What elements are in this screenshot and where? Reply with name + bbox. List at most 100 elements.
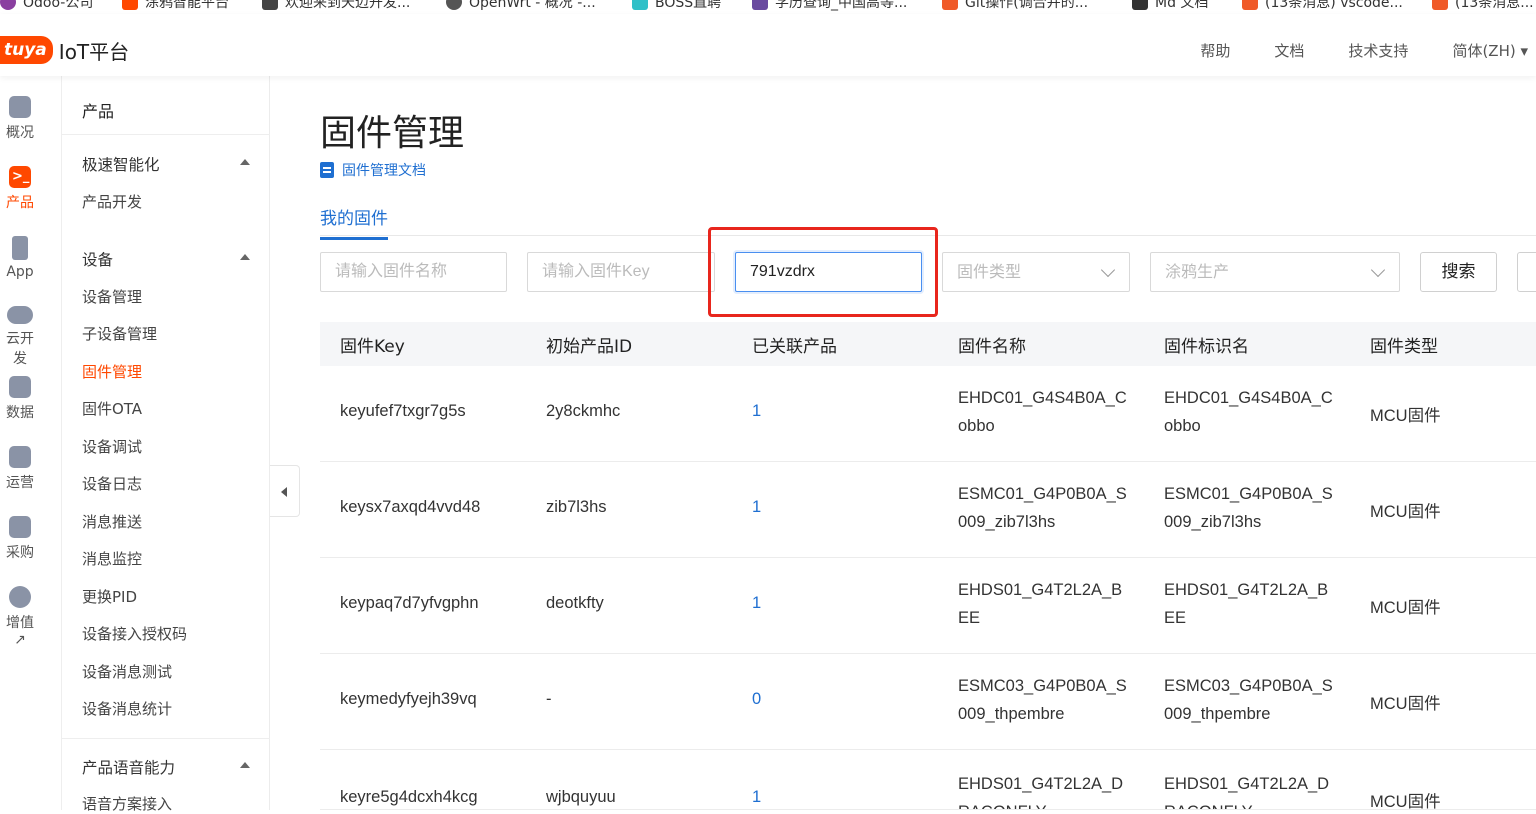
bookmark[interactable]: 涂鸦智能平台 <box>122 0 229 14</box>
menu-item-subdevice-mgmt[interactable]: 子设备管理 <box>82 323 157 344</box>
bookmark-favicon-icon <box>446 0 462 10</box>
platform-title: IoT平台 <box>58 39 130 64</box>
caret-up-icon <box>240 159 250 165</box>
nav-support[interactable]: 技术支持 <box>1348 40 1408 61</box>
bookmark[interactable]: Git操作(调合并的... <box>942 0 1088 14</box>
firmware-key-cell: keyre5g4dcxh4kcg <box>340 788 478 806</box>
firmware-key-cell: keypaq7d7yfvgphn <box>340 594 479 612</box>
search-button[interactable]: 搜索 <box>1420 252 1497 292</box>
bookmark[interactable]: Md 文档 <box>1132 0 1208 14</box>
menu-item-device-debug[interactable]: 设备调试 <box>82 436 142 457</box>
terminal-icon: >_ <box>9 166 31 188</box>
bookmark-favicon-icon <box>942 0 958 10</box>
bookmarks-bar: Odoo-公司 涂鸦智能平台 欢迎来到天迈开发... OpenWrt - 概况 … <box>0 0 1536 14</box>
firmware-type-select[interactable]: 固件类型 <box>942 252 1130 292</box>
firmware-type-cell: MCU固件 <box>1370 599 1441 617</box>
bookmark[interactable]: Odoo-公司 <box>0 0 93 14</box>
bookmark-favicon-icon <box>0 0 16 10</box>
diamond-icon <box>9 586 31 608</box>
menu-group-voice[interactable]: 产品语音能力 <box>82 756 250 778</box>
firmware-name-cell: ESMC03_G4P0B0A_S009_thpembre <box>958 677 1127 723</box>
bookmark-favicon-icon <box>752 0 768 10</box>
bookmark[interactable]: (13条消息... <box>1432 0 1534 14</box>
product-id-cell: deotkfty <box>546 594 604 612</box>
bookmark-favicon-icon <box>1432 0 1448 10</box>
table-row: keymedyfyejh39vq - 0 ESMC03_G4P0B0A_S009… <box>320 654 1536 750</box>
firmware-key-cell: keyufef7txgr7g5s <box>340 402 466 420</box>
firmware-key-cell: keysx7axqd4vvd48 <box>340 498 481 516</box>
document-icon <box>320 162 334 178</box>
bookmark-favicon-icon <box>262 0 278 10</box>
table-row: keyufef7txgr7g5s 2y8ckmhc 1 EHDC01_G4S4B… <box>320 366 1536 462</box>
collapse-sidebar-button[interactable] <box>270 465 300 517</box>
firmware-key-input[interactable]: 请输入固件Key <box>527 252 715 292</box>
linked-products-link[interactable]: 1 <box>752 402 761 421</box>
search-value-input[interactable]: 791vzdrx <box>735 252 922 292</box>
rail-item-product[interactable]: >_ 产品 <box>0 166 40 212</box>
nav-docs[interactable]: 文档 <box>1274 40 1304 61</box>
menu-group-device[interactable]: 设备 <box>82 248 250 270</box>
reset-button[interactable] <box>1517 252 1536 292</box>
chart-icon <box>9 376 31 398</box>
top-header: tuya IoT平台 帮助 文档 技术支持 简体(ZH) ▾ <box>0 14 1536 76</box>
menu-item-message-test[interactable]: 设备消息测试 <box>82 661 172 682</box>
menu-item-firmware-ota[interactable]: 固件OTA <box>82 398 142 419</box>
firmware-ident-cell: EHDS01_G4T2L2A_BEE <box>1164 581 1329 627</box>
bookmark-favicon-icon <box>1132 0 1148 10</box>
language-select[interactable]: 简体(ZH) ▾ <box>1452 40 1528 61</box>
bookmark[interactable]: 学历查询_中国高等... <box>752 0 907 14</box>
column-header: 固件Key <box>340 337 405 357</box>
tuya-logo: tuya <box>0 36 53 64</box>
rail-item-app[interactable]: App <box>0 236 40 280</box>
bookmark[interactable]: 欢迎来到天迈开发... <box>262 0 410 14</box>
product-id-cell: 2y8ckmhc <box>546 402 621 420</box>
column-header: 固件名称 <box>958 337 1026 357</box>
bag-icon <box>9 516 31 538</box>
menu-item-device-mgmt[interactable]: 设备管理 <box>82 286 142 307</box>
column-header: 固件类型 <box>1370 337 1438 357</box>
menu-item-message-push[interactable]: 消息推送 <box>82 511 142 532</box>
side-menu: 产品 极速智能化 产品开发 设备 设备管理 子设备管理 固件管理 固件OTA 设… <box>62 76 270 813</box>
menu-item-message-stats[interactable]: 设备消息统计 <box>82 698 172 719</box>
rail-item-operation[interactable]: 运营 <box>0 446 40 492</box>
chevron-down-icon <box>1370 262 1386 278</box>
column-header: 初始产品ID <box>546 337 633 357</box>
caret-up-icon <box>240 254 250 260</box>
bookmark[interactable]: OpenWrt - 概况 -... <box>446 0 596 14</box>
bookmark[interactable]: (13条消息) vscode... <box>1242 0 1403 14</box>
page-title: 固件管理 <box>320 113 465 154</box>
nav-help[interactable]: 帮助 <box>1200 40 1230 61</box>
linked-products-link[interactable]: 1 <box>752 498 761 517</box>
column-header: 已关联产品 <box>752 337 837 357</box>
menu-top-product: 产品 <box>82 102 115 121</box>
rail-item-overview[interactable]: 概况 <box>0 96 40 142</box>
column-header: 固件标识名 <box>1164 337 1249 357</box>
rail-item-purchase[interactable]: 采购 <box>0 516 40 562</box>
phone-icon <box>12 236 28 260</box>
firmware-name-cell: ESMC01_G4P0B0A_S009_zib7l3hs <box>958 485 1127 531</box>
producer-select[interactable]: 涂鸦生产 <box>1150 252 1400 292</box>
menu-item-change-pid[interactable]: 更换PID <box>82 586 137 607</box>
menu-item-auth-code[interactable]: 设备接入授权码 <box>82 623 187 644</box>
menu-item-product-dev[interactable]: 产品开发 <box>82 191 142 212</box>
rail-item-cloud[interactable]: 云开发 <box>0 306 40 368</box>
menu-item-firmware-mgmt[interactable]: 固件管理 <box>82 361 142 382</box>
chevron-down-icon <box>1100 262 1116 278</box>
firmware-type-cell: MCU固件 <box>1370 407 1441 425</box>
menu-item-voice-solution[interactable]: 语音方案接入 <box>82 793 172 814</box>
menu-item-message-monitor[interactable]: 消息监控 <box>82 548 142 569</box>
menu-group-quick-smart[interactable]: 极速智能化 <box>82 153 250 175</box>
icon-rail: 概况 >_ 产品 App 云开发 数据 运营 采购 增值 ↗ <box>0 76 62 810</box>
linked-products-link[interactable]: 1 <box>752 594 761 613</box>
linked-products-link[interactable]: 1 <box>752 788 761 807</box>
firmware-doc-link[interactable]: 固件管理文档 <box>320 160 426 180</box>
rail-item-data[interactable]: 数据 <box>0 376 40 422</box>
logo[interactable]: tuya IoT平台 <box>0 36 129 64</box>
firmware-key-cell: keymedyfyejh39vq <box>340 690 477 708</box>
linked-products-link[interactable]: 0 <box>752 690 761 709</box>
rail-item-value-added[interactable]: 增值 ↗ <box>0 586 40 648</box>
bookmark-favicon-icon <box>122 0 138 10</box>
menu-item-device-log[interactable]: 设备日志 <box>82 473 142 494</box>
bookmark[interactable]: BOSS直聘 <box>632 0 721 14</box>
firmware-name-input[interactable]: 请输入固件名称 <box>320 252 507 292</box>
